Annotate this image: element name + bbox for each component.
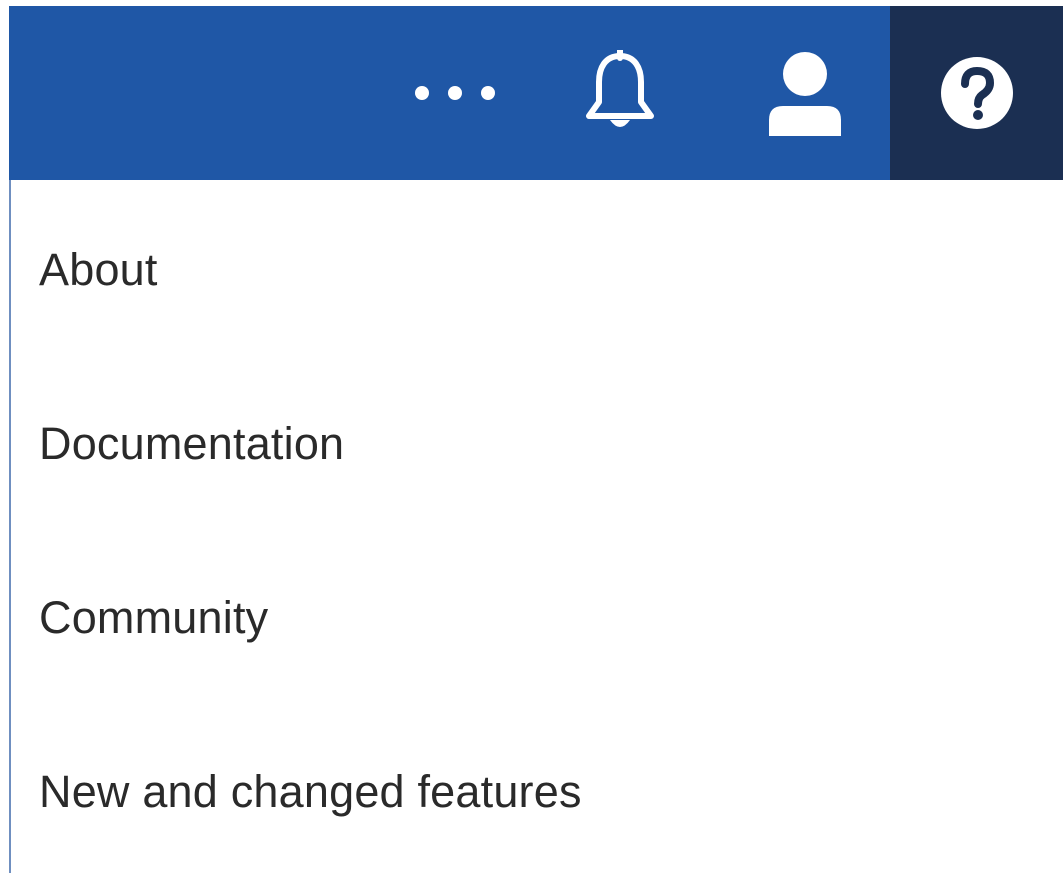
menu-item-community[interactable]: Community (39, 592, 268, 644)
user-icon (769, 52, 841, 136)
help-menu-panel: About Documentation Community New and ch… (9, 180, 1063, 873)
more-options-button[interactable] (395, 6, 515, 180)
help-icon (940, 57, 1013, 129)
header-left-edge (0, 0, 9, 180)
notifications-button[interactable] (555, 6, 685, 180)
bell-icon (586, 50, 654, 127)
help-button[interactable] (890, 6, 1063, 180)
menu-item-documentation[interactable]: Documentation (39, 418, 344, 470)
menu-item-new-and-changed-features[interactable]: New and changed features (39, 766, 582, 818)
ellipsis-icon (415, 86, 495, 100)
menu-item-about[interactable]: About (39, 244, 158, 296)
user-profile-button[interactable] (735, 6, 875, 180)
